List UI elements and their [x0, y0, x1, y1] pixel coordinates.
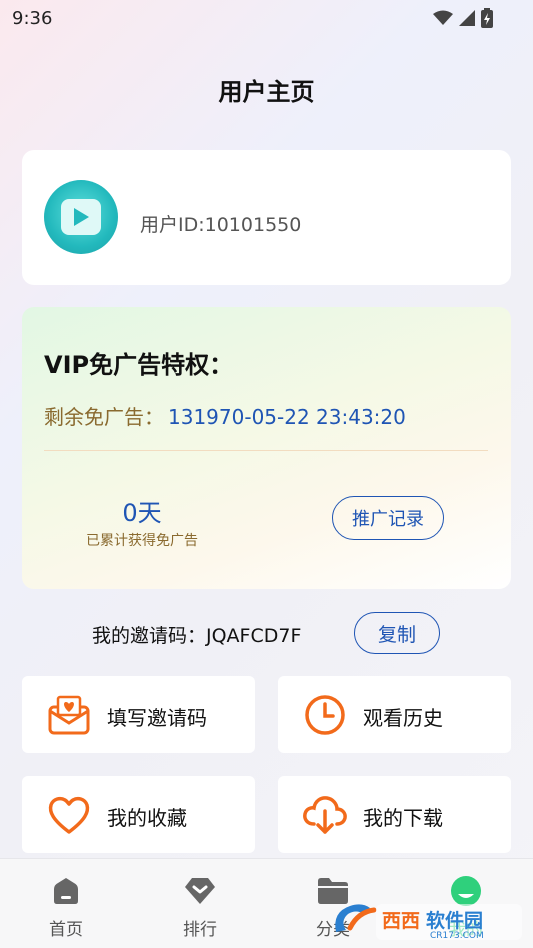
battery-icon — [481, 8, 493, 32]
svg-text:西西: 西西 — [382, 910, 420, 932]
cloud-download-icon — [302, 792, 348, 838]
watermark-logo: 西西 软件园 CR173.COM — [330, 898, 525, 942]
status-icons — [433, 8, 493, 32]
play-icon — [61, 199, 101, 235]
status-time: 9:36 — [12, 8, 53, 29]
vip-title: VIP免广告特权： — [44, 351, 234, 379]
clock-icon — [302, 692, 348, 738]
signal-icon — [459, 10, 475, 30]
tile-label: 填写邀请码 — [107, 706, 207, 730]
tile-label: 我的收藏 — [107, 806, 187, 830]
vip-remain-value: 131970-05-22 23:43:20 — [168, 405, 406, 429]
user-id: 用户ID:10101550 — [140, 214, 302, 236]
copy-button[interactable]: 复制 — [354, 612, 440, 654]
envelope-heart-icon — [46, 692, 92, 738]
tile-label: 我的下载 — [363, 806, 443, 830]
tile-label: 观看历史 — [363, 706, 443, 730]
page-title: 用户主页 — [218, 78, 315, 106]
svg-text:CR173.COM: CR173.COM — [430, 931, 484, 941]
wifi-icon — [433, 10, 453, 30]
heart-icon — [46, 792, 92, 838]
svg-text:软件园: 软件园 — [426, 909, 483, 932]
ranking-icon — [160, 873, 240, 909]
vip-divider — [44, 450, 488, 451]
tile-downloads[interactable]: 我的下载 — [278, 776, 511, 853]
accumulated-days-label: 已累计获得免广告 — [86, 533, 198, 549]
vip-card: VIP免广告特权： 剩余免广告： 131970-05-22 23:43:20 0天… — [22, 307, 511, 589]
vip-remain-label: 剩余免广告： — [44, 405, 164, 429]
invite-code: 我的邀请码：JQAFCD7F — [92, 625, 302, 647]
nav-label: 排行 — [183, 920, 217, 940]
avatar[interactable] — [44, 180, 118, 254]
home-icon — [26, 873, 106, 909]
user-card[interactable]: 用户ID:10101550 — [22, 150, 511, 285]
accumulated-days: 0天 — [122, 499, 162, 527]
tile-enter-invite-code[interactable]: 填写邀请码 — [22, 676, 255, 753]
nav-item-home[interactable]: 首页 — [26, 873, 106, 940]
nav-item-ranking[interactable]: 排行 — [160, 873, 240, 940]
promotion-records-button[interactable]: 推广记录 — [332, 496, 444, 540]
nav-label: 首页 — [49, 920, 83, 940]
status-bar: 9:36 — [0, 0, 533, 36]
vip-remain: 剩余免广告： 131970-05-22 23:43:20 — [44, 401, 406, 430]
tile-watch-history[interactable]: 观看历史 — [278, 676, 511, 753]
tile-favorites[interactable]: 我的收藏 — [22, 776, 255, 853]
